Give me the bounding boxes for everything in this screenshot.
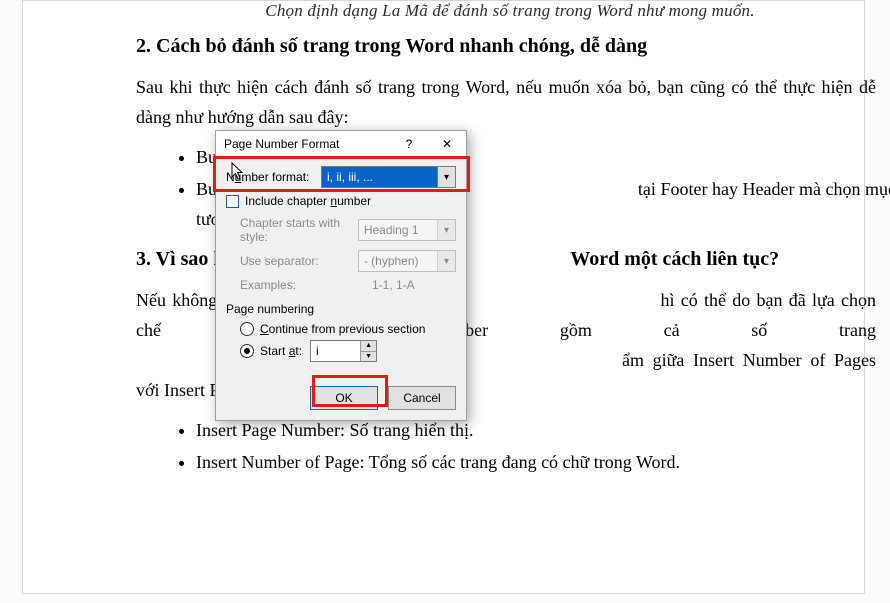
number-format-label: Number Number format:format:	[226, 170, 321, 184]
chevron-down-icon: ▾	[437, 251, 455, 271]
list-item: Insert Number of Page: Tổng số các trang…	[196, 447, 890, 477]
heading-2: 2. Cách bỏ đánh số trang trong Word nhan…	[136, 35, 884, 58]
dialog-titlebar[interactable]: Page Number Format ? ✕	[216, 131, 466, 158]
image-caption: Chọn định dạng La Mã để đánh số trang tr…	[136, 1, 884, 21]
continue-radio-row: Continue from previous sectionContinue f…	[240, 322, 456, 336]
chapter-starts-label: Chapter starts with style:	[240, 216, 358, 244]
heading-fragment: Word một cách liên tục?	[566, 248, 780, 270]
chapter-starts-value: Heading 1	[364, 223, 419, 237]
continue-label: Continue from previous sectionContinue f…	[260, 322, 425, 336]
use-separator-value: - (hyphen)	[364, 254, 419, 268]
close-button[interactable]: ✕	[428, 131, 466, 157]
start-at-label: Start at:Start at:	[260, 344, 302, 358]
spinner-buttons[interactable]: ▲ ▼	[360, 341, 376, 361]
chevron-down-icon[interactable]: ▾	[437, 167, 455, 187]
dialog-title: Page Number Format	[224, 137, 390, 151]
start-at-radio-row: Start at:Start at: i ▲ ▼	[240, 340, 456, 362]
start-at-value: i	[316, 344, 319, 358]
chapter-options: Chapter starts with style: Heading 1 ▾ U…	[240, 216, 456, 292]
continue-radio[interactable]	[240, 322, 254, 336]
use-separator-select: - (hyphen) ▾	[358, 250, 456, 272]
number-format-value: i, ii, iii, ...	[327, 170, 373, 184]
bullet-list: Insert Page Number: Số trang hiển thị. I…	[136, 415, 890, 477]
paragraph: Sau khi thực hiện cách đánh số trang tro…	[136, 72, 876, 132]
page-numbering-group: Page numbering	[226, 302, 456, 316]
chevron-down-icon: ▾	[437, 220, 455, 240]
start-at-spinner[interactable]: i ▲ ▼	[310, 340, 377, 362]
ok-button[interactable]: OK	[310, 386, 378, 410]
use-separator-label: Use separator:	[240, 254, 358, 268]
examples-value: 1-1, 1-A	[372, 278, 415, 292]
spin-up-icon[interactable]: ▲	[361, 341, 376, 352]
page-number-format-dialog: Page Number Format ? ✕ Number Number for…	[215, 130, 467, 421]
include-chapter-checkbox[interactable]	[226, 195, 239, 208]
spin-down-icon[interactable]: ▼	[361, 352, 376, 362]
number-format-row: Number Number format:format: i, ii, iii,…	[226, 166, 456, 188]
help-button[interactable]: ?	[390, 131, 428, 157]
include-chapter-label: Include chapter numberInclude chapter nu…	[245, 194, 371, 208]
cancel-button[interactable]: Cancel	[388, 386, 456, 410]
start-at-radio[interactable]	[240, 344, 254, 358]
examples-label: Examples:	[240, 278, 372, 292]
dialog-body: Number Number format:format: i, ii, iii,…	[216, 158, 466, 376]
number-format-combo[interactable]: i, ii, iii, ... ▾	[321, 166, 456, 188]
chapter-starts-select: Heading 1 ▾	[358, 219, 456, 241]
dialog-buttons: OK Cancel	[216, 376, 466, 420]
include-chapter-row: Include chapter numberInclude chapter nu…	[226, 194, 456, 208]
